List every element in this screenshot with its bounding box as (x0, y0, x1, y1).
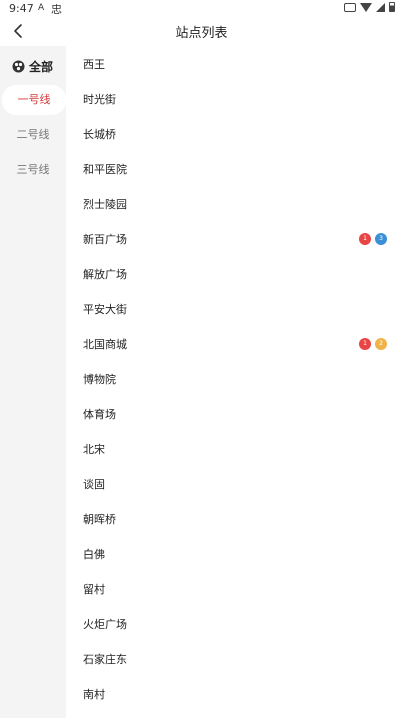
page-title: 站点列表 (175, 26, 228, 41)
vibrate-icon (344, 2, 356, 12)
station-name: 解放广场 (83, 268, 127, 281)
station-name: 石家庄东 (83, 653, 127, 666)
station-row[interactable]: 平安大街 (66, 291, 403, 326)
sidebar-all-label: 全部 (29, 59, 54, 74)
station-row[interactable]: 西王 (66, 46, 403, 81)
station-row[interactable]: 白佛 (66, 536, 403, 571)
station-name: 平安大街 (83, 303, 127, 316)
station-name: 谈固 (83, 478, 105, 491)
notification-app-icon: 忠 (51, 3, 62, 16)
station-row[interactable]: 长城桥 (66, 116, 403, 151)
line-badge: 3 (375, 233, 387, 245)
station-name: 时光街 (83, 93, 116, 106)
station-name: 留村 (83, 583, 105, 596)
header-bar: 站点列表 (0, 18, 403, 44)
station-name: 北国商城 (83, 338, 127, 351)
station-row[interactable]: 留村 (66, 571, 403, 606)
station-row[interactable]: 石家庄东 (66, 641, 403, 676)
station-row[interactable]: 体育场 (66, 396, 403, 431)
station-list: 西王 时光街 长城桥 和平医院 烈士陵园 新百广场 1 3 解放广场 平安大街 北国商城 1 2 博物院体… (66, 46, 403, 718)
station-row[interactable]: 时光街 (66, 81, 403, 116)
station-name: 体育场 (83, 408, 116, 421)
sidebar-item-line-3[interactable]: 三号线 (0, 155, 66, 185)
station-row[interactable]: 谈固 (66, 466, 403, 501)
status-bar: 9:47 A 忠 (0, 0, 403, 18)
transfer-badges: 13 (359, 233, 387, 245)
station-name: 烈士陵园 (83, 198, 127, 211)
station-name: 西王 (83, 58, 105, 71)
signal-icon (376, 2, 385, 12)
station-name: 新百广场 (83, 233, 127, 246)
station-name: 白佛 (83, 548, 105, 561)
line-badge: 2 (375, 338, 387, 350)
metro-logo-icon (12, 60, 25, 72)
station-row[interactable]: 解放广场 (66, 256, 403, 291)
battery-icon (389, 2, 395, 12)
station-row[interactable]: 朝晖桥 (66, 501, 403, 536)
station-name: 和平医院 (83, 163, 127, 176)
station-row[interactable]: 北宋 (66, 431, 403, 466)
station-row[interactable]: 烈士陵园 (66, 186, 403, 221)
notification-a-icon: A (38, 3, 45, 13)
station-row[interactable]: 博物院 (66, 361, 403, 396)
line-badge: 1 (359, 338, 371, 350)
station-row[interactable]: 和平医院 (66, 151, 403, 186)
transfer-badges: 12 (359, 338, 387, 350)
sidebar-item-all[interactable]: 全部 (12, 56, 53, 76)
sidebar-item-line-1[interactable]: 一号线 (2, 85, 66, 115)
status-time: 9:47 (9, 2, 34, 15)
station-name: 博物院 (83, 373, 116, 386)
sidebar-item-line-2[interactable]: 二号线 (0, 120, 66, 150)
station-row[interactable]: 新百广场 1 3 (66, 221, 403, 256)
station-row[interactable]: 北国商城 1 2 (66, 326, 403, 361)
station-name: 朝晖桥 (83, 513, 116, 526)
station-row[interactable]: 火炬广场 (66, 606, 403, 641)
line-badge: 1 (359, 233, 371, 245)
station-row[interactable]: 南村 (66, 676, 403, 711)
station-name: 南村 (83, 688, 105, 701)
status-icons (344, 2, 395, 12)
wifi-icon (360, 2, 372, 12)
station-name: 北宋 (83, 443, 105, 456)
station-name: 长城桥 (83, 128, 116, 141)
station-name: 火炬广场 (83, 618, 127, 631)
line-sidebar: 全部 一号线 二号线 三号线 (0, 46, 66, 718)
